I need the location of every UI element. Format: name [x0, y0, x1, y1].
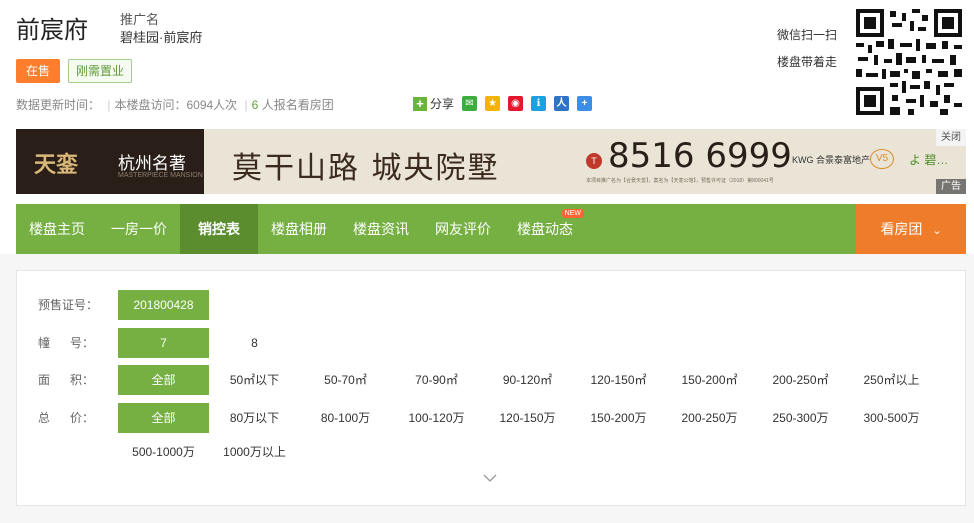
nav-news[interactable]: 楼盘资讯	[340, 204, 422, 254]
nav-updates[interactable]: 楼盘动态 NEW	[504, 204, 586, 254]
filter-option[interactable]: 80万以下	[209, 403, 300, 433]
qr-code	[856, 9, 962, 115]
visits-text: 本楼盘访问：6094人次	[114, 98, 238, 112]
wechat-scan-text: 微信扫一扫	[777, 28, 838, 42]
renren-icon[interactable]: 人	[554, 96, 570, 111]
signup-text[interactable]: 人报名看房团	[262, 98, 334, 112]
nav-home[interactable]: 楼盘主页	[16, 204, 98, 254]
filter-option[interactable]: 全部	[118, 403, 209, 433]
wechat-take-text: 楼盘带着走	[777, 55, 838, 69]
signup-count: 6	[251, 98, 259, 112]
filter-option[interactable]: 80-100万	[300, 403, 391, 433]
ad-banner[interactable]: 天銮 杭州名著 MASTERPIECE MANSION 莫干山路 城央院墅 T …	[16, 129, 966, 194]
promo-name: 碧桂园·前宸府	[120, 30, 203, 45]
banner-brand-sub: 杭州名著	[118, 154, 186, 174]
banner-logo: 天銮 杭州名著 MASTERPIECE MANSION	[16, 129, 204, 194]
filter-label: 总 价：	[38, 411, 95, 425]
share-plus-icon: +	[413, 96, 427, 111]
weibo-icon[interactable]: ◉	[508, 96, 524, 111]
filter-option[interactable]: 100-120万	[391, 403, 482, 433]
banner-brand: 天銮	[34, 152, 79, 178]
v5-logo: V5	[870, 149, 894, 169]
filter-option[interactable]: 全部	[118, 365, 209, 395]
leaf-logo: よ 碧…	[909, 153, 949, 167]
filter-option[interactable]: 120-150㎡	[573, 365, 664, 395]
status-badge: 在售	[16, 59, 60, 83]
banner-brand-en: MASTERPIECE MANSION	[118, 172, 203, 179]
filter-option[interactable]: 200-250万	[664, 403, 755, 433]
tour-group-button[interactable]: 看房团 ⌄	[856, 204, 966, 254]
filter-option[interactable]: 150-200㎡	[664, 365, 755, 395]
nav-updates-label: 楼盘动态	[517, 221, 573, 237]
filter-option[interactable]: 300-500万	[846, 403, 937, 433]
wechat-icon[interactable]: ✉	[462, 96, 478, 111]
nav-price-list[interactable]: 一房一价	[98, 204, 180, 254]
filter-option[interactable]: 50㎡以下	[209, 365, 300, 395]
filter-label: 预售证号：	[38, 298, 99, 312]
nav-album[interactable]: 楼盘相册	[258, 204, 340, 254]
filter-option[interactable]: 70-90㎡	[391, 365, 482, 395]
chevron-down-icon[interactable]	[483, 471, 497, 485]
filter-option[interactable]: 500-1000万	[118, 437, 209, 467]
filter-panel: 预售证号： 201800428 幢 号： 7 8 面 积： 全部 50㎡以下 5…	[16, 270, 966, 506]
tencent-weibo-icon[interactable]: ℹ	[531, 96, 547, 111]
banner-close-button[interactable]: 关闭	[936, 129, 966, 146]
updated-label: 数据更新时间：	[16, 98, 101, 112]
phone-icon: T	[586, 153, 602, 169]
filter-option[interactable]: 200-250㎡	[755, 365, 846, 395]
filter-option[interactable]: 90-120㎡	[482, 365, 573, 395]
promo-label: 推广名	[120, 12, 160, 27]
chevron-down-icon: ⌄	[932, 225, 942, 237]
filter-option[interactable]: 50-70㎡	[300, 365, 391, 395]
filter-row-permit: 预售证号： 201800428	[17, 290, 965, 320]
header: 前宸府 推广名 碧桂园·前宸府 在售 刚需置业 数据更新时间： | 本楼盘访问：6…	[0, 0, 974, 125]
filter-option[interactable]: 150-200万	[573, 403, 664, 433]
filter-option[interactable]: 120-150万	[482, 403, 573, 433]
filter-option[interactable]: 7	[118, 328, 209, 358]
divider: |	[107, 98, 111, 112]
ad-label: 广告	[936, 179, 966, 194]
share-bar: + 分享 ✉ ★ ◉ ℹ 人 +	[413, 95, 593, 112]
nav-reviews[interactable]: 网友评价	[422, 204, 504, 254]
share-button[interactable]: + 分享	[413, 95, 454, 112]
new-badge: NEW	[561, 209, 584, 218]
divider: |	[244, 98, 248, 112]
filter-option[interactable]: 250-300万	[755, 403, 846, 433]
banner-phone: 8516 6999	[608, 136, 792, 176]
filter-label: 面 积：	[38, 373, 95, 387]
more-share-icon[interactable]: +	[577, 96, 593, 111]
qzone-icon[interactable]: ★	[485, 96, 501, 111]
nav-sales-table[interactable]: 销控表	[180, 204, 258, 254]
developer-logo: KWG 合景泰富地产	[792, 155, 870, 165]
filter-row-area: 面 积： 全部 50㎡以下 50-70㎡ 70-90㎡ 90-120㎡ 120-…	[17, 365, 965, 395]
meta-info: 数据更新时间： | 本楼盘访问：6094人次 | 6 人报名看房团	[16, 96, 334, 113]
banner-fine-print: 本项目推广名为【合景天銮】，案名为【天銮公馆】，预售许可证（2018）第8000…	[586, 178, 774, 184]
filter-row-price: 总 价： 全部 80万以下 80-100万 100-120万 120-150万 …	[17, 403, 965, 433]
filter-row-building: 幢 号： 7 8	[17, 328, 965, 358]
filter-option[interactable]: 8	[209, 328, 300, 358]
share-label: 分享	[430, 97, 455, 111]
tour-group-label: 看房团	[880, 221, 923, 237]
filter-option[interactable]: 250㎡以上	[846, 365, 937, 395]
main-nav: 楼盘主页 一房一价 销控表 楼盘相册 楼盘资讯 网友评价 楼盘动态 NEW 看房…	[16, 204, 966, 254]
page-title: 前宸府	[16, 17, 88, 44]
filter-option[interactable]: 201800428	[118, 290, 209, 320]
banner-headline: 莫干山路 城央院墅	[232, 151, 500, 186]
filter-option[interactable]: 1000万以上	[209, 437, 300, 467]
tag-badge: 刚需置业	[68, 59, 132, 83]
filter-row-price-more: 500-1000万 1000万以上	[17, 437, 965, 467]
filter-label: 幢 号：	[38, 336, 95, 350]
